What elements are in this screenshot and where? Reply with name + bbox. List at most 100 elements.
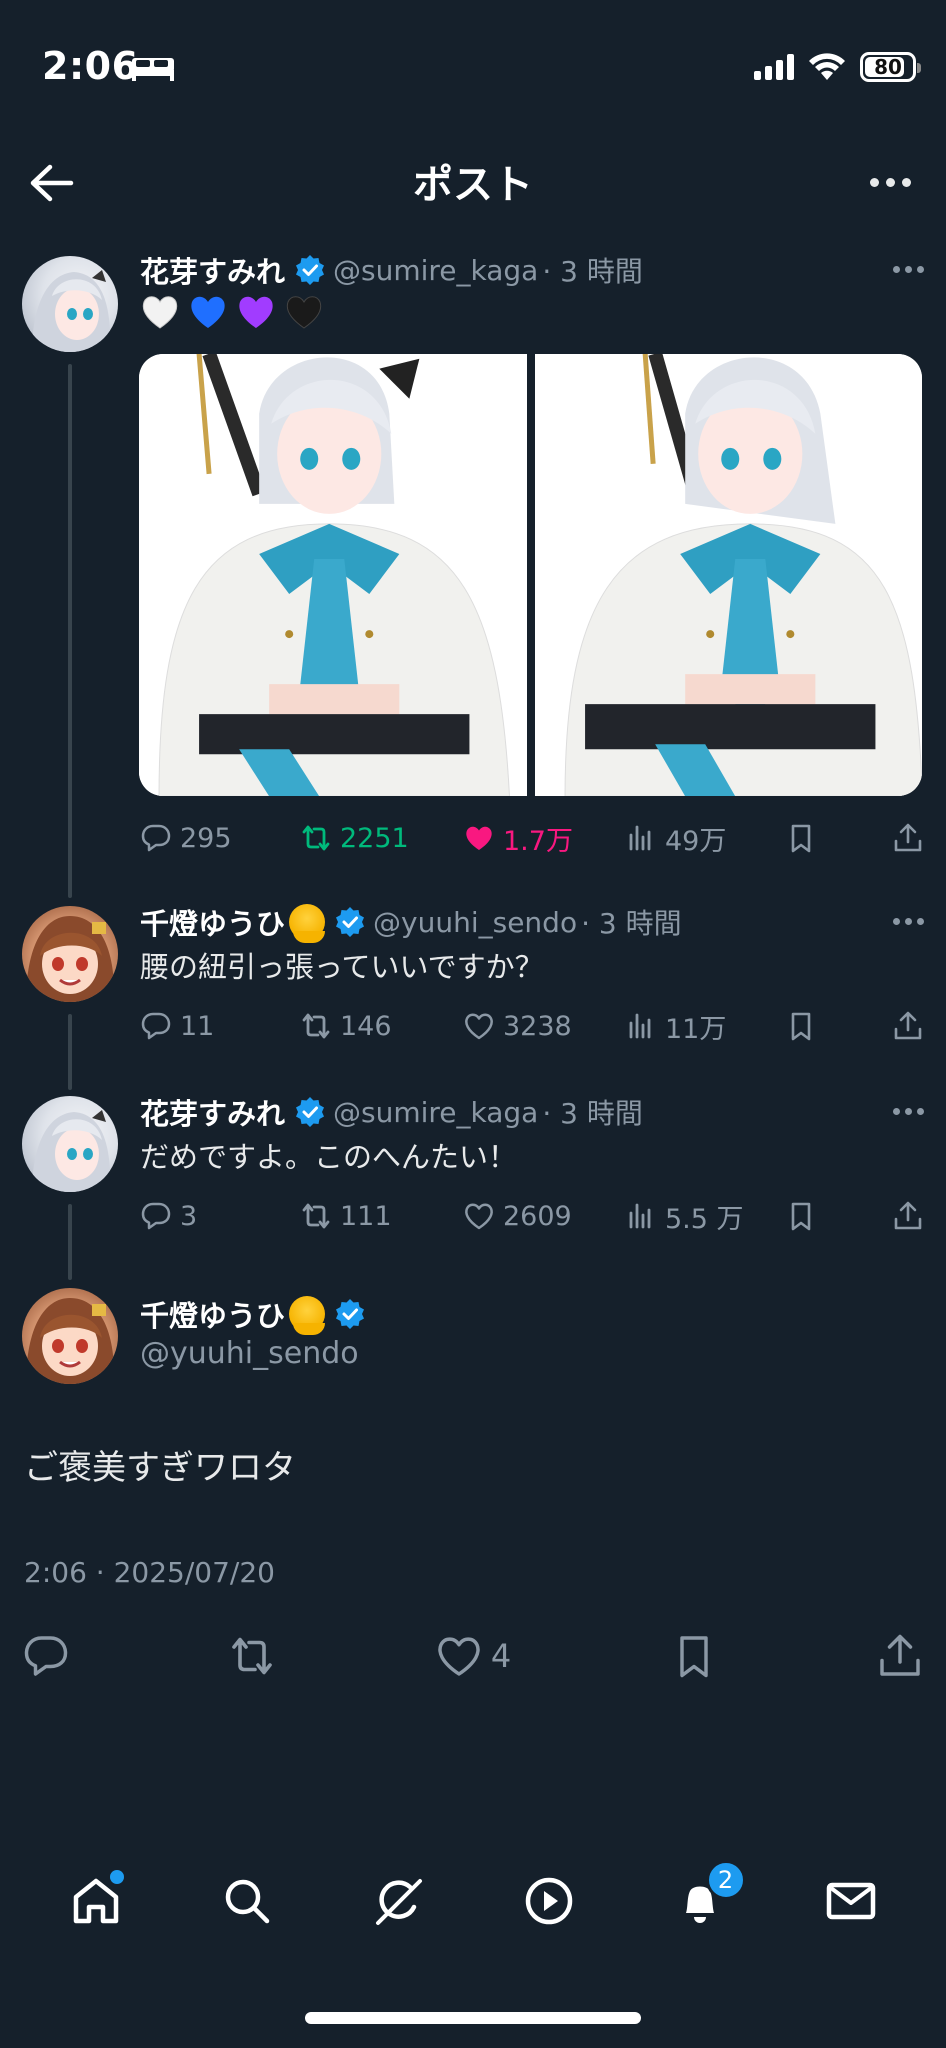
author-handle[interactable]: @sumire_kaga [333,1096,538,1129]
nav-notifications[interactable]: 2 [660,1860,746,1936]
tweet-text: ご褒美すぎワロタ [24,1448,296,1488]
post-timestamp[interactable]: 2:06 · 2025/07/20 [24,1556,275,1589]
views-button[interactable]: 5.5 万 [625,1197,785,1236]
post-time: · 3 時間 [581,907,682,940]
tweet-actions: 11 146 3238 11万 [140,1006,924,1046]
avatar[interactable] [22,1288,118,1384]
bookmark-button[interactable] [785,822,892,854]
media-image-1[interactable] [139,354,527,796]
heart-icon [465,1013,493,1040]
tweet-header: 花芽すみれ @sumire_kaga · 3 時間 [140,1092,643,1132]
retweet-count: 146 [340,1010,392,1042]
search-icon [225,1879,269,1924]
like-button[interactable]: 2609 [463,1200,625,1232]
like-button[interactable]: 1.7万 [463,819,625,858]
bookmark-button[interactable] [785,1010,892,1042]
cellular-signal-icon [754,54,794,80]
reply-button[interactable]: 11 [140,1010,300,1042]
more-options-button[interactable] [860,160,920,204]
avatar-art [26,1298,115,1384]
retweet-count: 2251 [340,822,409,854]
retweet-button[interactable]: 146 [300,1010,463,1042]
like-button[interactable]: 3238 [463,1010,625,1042]
view-count: 49万 [665,825,727,857]
nav-home[interactable] [56,1866,136,1936]
media-image-2[interactable] [534,354,922,796]
retweet-button[interactable] [228,1632,276,1680]
bottom-navigation: 2 [0,1860,946,1936]
author-handle[interactable]: @sumire_kaga [333,254,538,287]
reply-button[interactable]: 3 [140,1200,300,1232]
blue-heart-emoji [191,296,225,328]
reply-button[interactable]: 295 [140,822,300,854]
share-icon [894,823,922,852]
views-button[interactable]: 49万 [625,819,785,858]
avatar[interactable] [22,906,118,1002]
home-unread-dot [109,1870,124,1884]
nav-video[interactable] [509,1866,589,1936]
like-count: 1.7万 [503,825,573,857]
verified-badge-icon [336,907,365,937]
bookmark-button[interactable] [785,1200,892,1232]
nav-grok[interactable] [358,1866,438,1936]
battery-icon: 80 [860,52,921,82]
bookmark-button[interactable] [670,1632,718,1680]
home-indicator[interactable] [305,2012,641,2024]
verified-badge-icon [336,1299,365,1329]
author-name[interactable]: 千燈ゆうひ [140,901,285,943]
like-button[interactable]: 4 [435,1632,511,1680]
nav-search[interactable] [207,1866,287,1936]
retweet-button[interactable]: 2251 [300,822,463,854]
grok-icon [375,1879,422,1925]
share-icon [894,1011,922,1040]
retweet-button[interactable]: 111 [300,1200,463,1232]
heart-icon [465,1203,493,1230]
character-art [139,354,527,796]
retweet-icon [302,1013,330,1039]
tweet-more-button[interactable] [893,918,924,925]
tweet-actions: 295 2251 1.7万 49万 [140,818,924,858]
share-button[interactable] [892,1010,924,1042]
author-handle[interactable]: @yuuhi_sendo [373,906,577,939]
avatar-art [32,270,111,352]
thread-line [68,364,72,898]
battery-level: 80 [874,55,902,79]
tweet-header: 千燈ゆうひ @yuuhi_sendo · 3 時間 [140,901,682,943]
author-handle[interactable]: @yuuhi_sendo [140,1336,359,1371]
tweet-text: 腰の紐引っ張っていいですか？ [140,950,544,984]
reply-count: 3 [180,1200,198,1232]
author-name[interactable]: 千燈ゆうひ [140,1293,285,1335]
bookmark-icon [791,1202,811,1231]
reply-count: 11 [180,1010,215,1042]
share-button[interactable] [892,822,924,854]
main-tweet-actions: 4 [22,1628,924,1684]
author-name[interactable]: 花芽すみれ [140,1091,285,1133]
reply-icon [141,824,171,852]
author-name[interactable]: 花芽すみれ [140,249,285,291]
page-title: ポスト [413,162,533,208]
reply-button[interactable] [22,1632,70,1680]
bookmark-icon [791,824,811,853]
reply-count: 295 [180,822,232,854]
share-button[interactable] [876,1632,924,1680]
nav-messages[interactable] [811,1866,891,1936]
share-button[interactable] [892,1200,924,1232]
analytics-icon [629,1013,651,1039]
wifi-icon [809,53,845,80]
avatar[interactable] [22,1096,118,1192]
share-icon [894,1201,922,1230]
tweet-text: だめですよ。このへんたい！ [140,1140,518,1174]
reply-icon [141,1012,171,1040]
retweet-icon [302,825,330,851]
status-indicators: 80 [754,52,921,82]
retweet-count: 111 [340,1200,392,1232]
sleep-focus-icon [132,58,174,81]
view-count: 11万 [665,1013,727,1045]
tweet-more-button[interactable] [893,1108,924,1115]
bookmark-icon [679,1636,708,1678]
tweet-more-button[interactable] [893,266,924,273]
tweet-media[interactable] [139,354,922,796]
avatar[interactable] [22,256,118,352]
views-button[interactable]: 11万 [625,1007,785,1046]
verified-badge-icon [296,255,325,285]
